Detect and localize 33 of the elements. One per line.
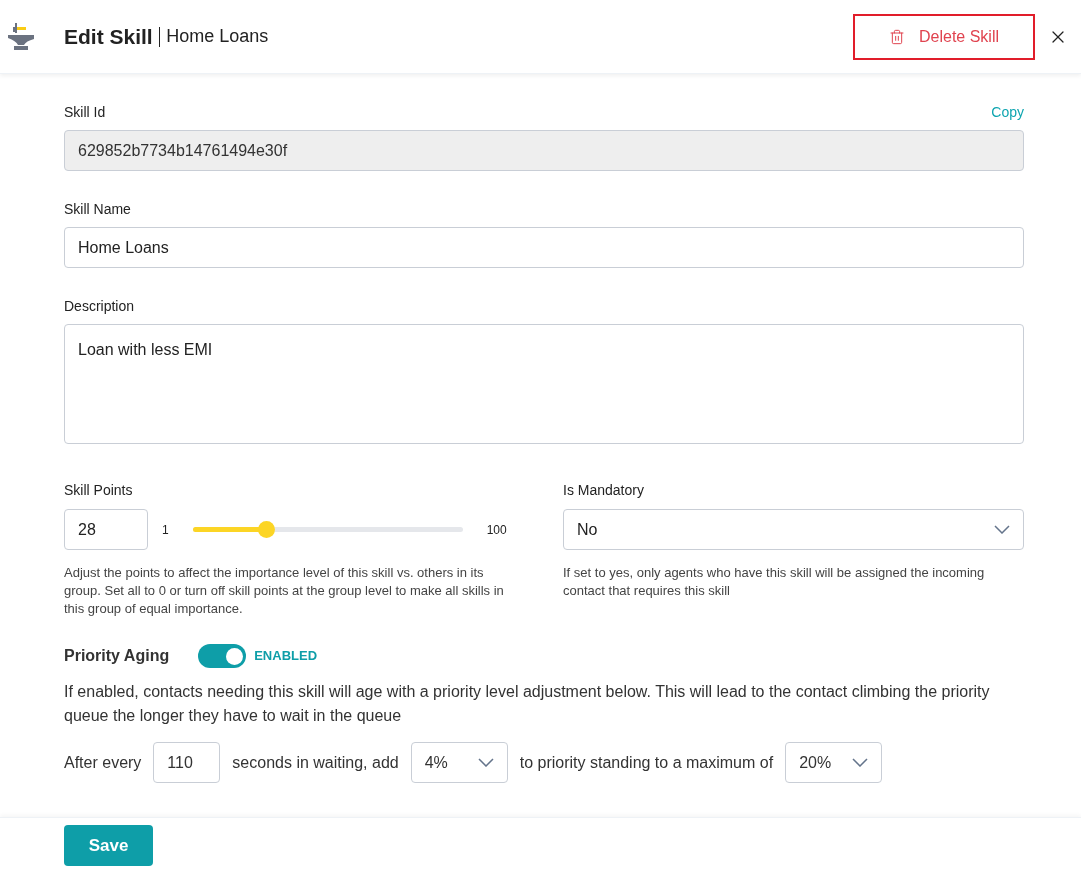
help-text: If set to yes, only agents who have this skill will be assigned the incoming contact that requires this skill xyxy=(563,564,986,600)
field-label: Skill Id xyxy=(64,103,106,122)
percent-select[interactable]: 4% xyxy=(410,742,508,783)
rule-text: to priority standing to a maximum of xyxy=(519,752,774,773)
chevron-down-icon xyxy=(477,758,494,767)
field-label: Skill Points xyxy=(64,481,134,500)
skill-subtitle: Home Loans xyxy=(166,25,269,48)
field-label: Skill Name xyxy=(64,200,132,219)
percent-select[interactable]: 20% xyxy=(785,742,883,783)
slider-thumb[interactable] xyxy=(257,521,275,538)
help-text: Adjust the points to affect the importance level of this skill vs. others in its group. Set all to 0 or turn off skill points at the group level to make all skills in this group of equal importance. xyxy=(64,564,505,618)
skill-points-field[interactable]: 28 xyxy=(64,509,148,550)
section-title: Priority Aging xyxy=(64,646,170,666)
chevron-down-icon xyxy=(994,525,1010,534)
rule-text: After every xyxy=(64,752,142,773)
rule-text: seconds in waiting, add xyxy=(232,752,399,773)
slider-min-label: 1 xyxy=(162,521,169,539)
seconds-field[interactable]: 110 xyxy=(153,742,221,783)
toggle-status: ENABLED xyxy=(254,647,318,666)
help-text: If enabled, contacts needing this skill will age with a priority level adjustment below. This will lead to the contact climbing the priority queue the longer they have to wait in the queue xyxy=(64,682,991,726)
description-field[interactable]: Loan with less EMI xyxy=(64,324,1024,444)
field-label: Is Mandatory xyxy=(563,481,645,500)
skill-id-field: 629852b7734b14761494e30f xyxy=(64,130,1024,171)
mandatory-select[interactable]: No xyxy=(563,509,1024,550)
toggle-switch[interactable] xyxy=(198,644,247,668)
page-title: Edit Skill xyxy=(64,23,153,50)
delete-skill-button[interactable]: Delete Skill xyxy=(853,13,1035,60)
trash-icon xyxy=(889,28,905,45)
field-label: Description xyxy=(64,297,136,316)
chevron-down-icon xyxy=(852,758,869,767)
skill-name-field[interactable]: Home Loans xyxy=(64,227,1024,268)
slider-max-label: 100 xyxy=(486,521,507,539)
anvil-hammer-icon xyxy=(8,20,34,53)
